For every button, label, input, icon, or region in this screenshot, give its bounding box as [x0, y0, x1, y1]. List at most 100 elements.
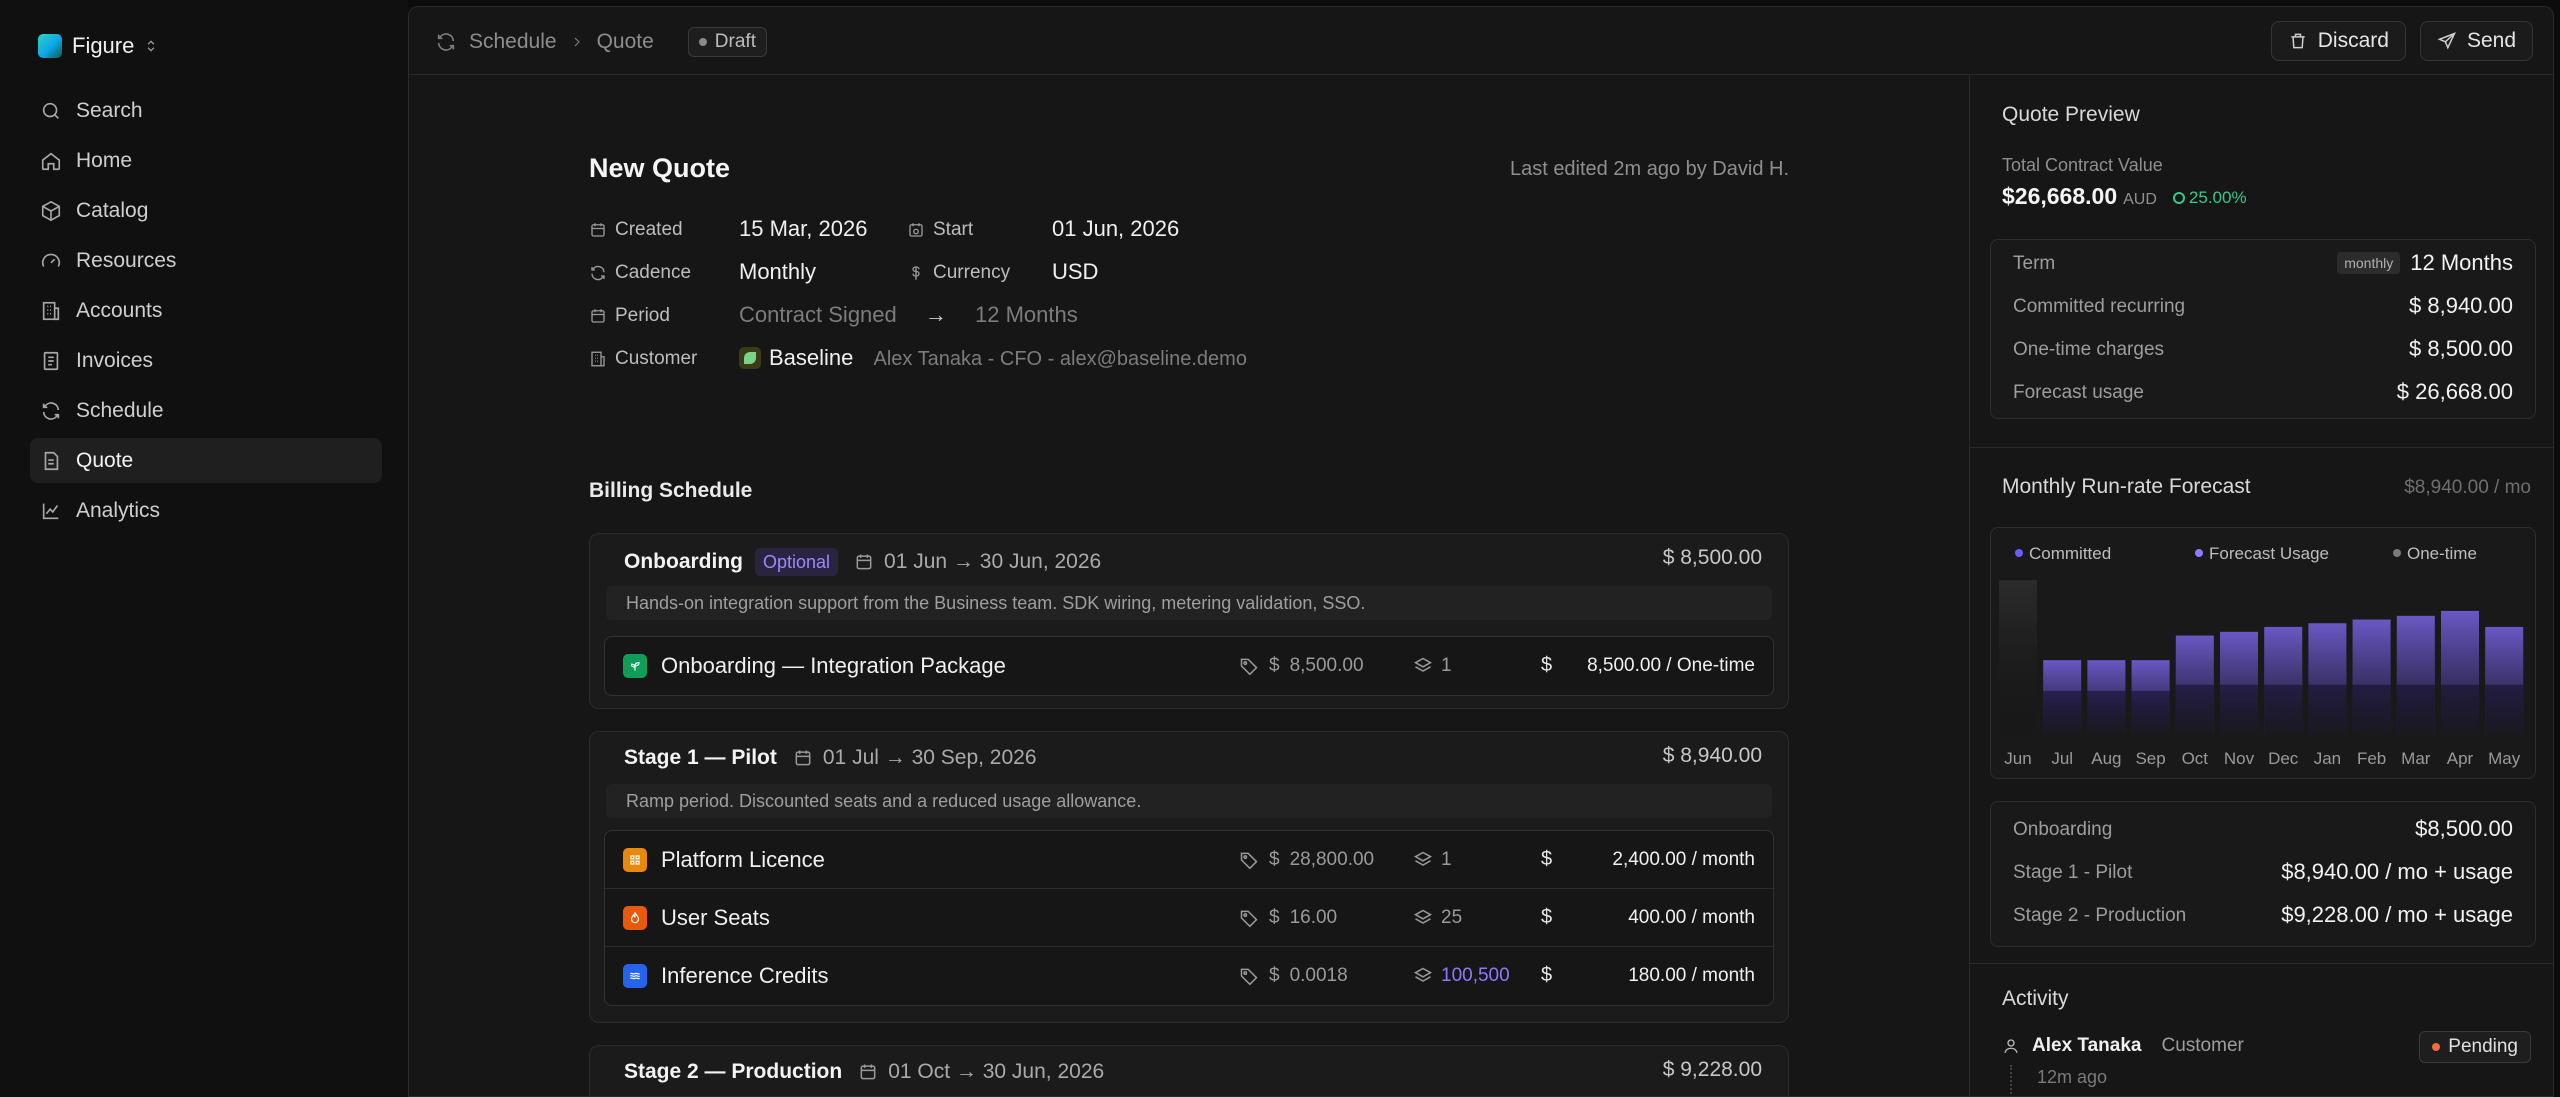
chart-x-labels: Jun Jul Aug Sep Oct Nov Dec Jan Feb Mar Apr May: [2004, 749, 2520, 768]
waves-icon: [623, 964, 647, 988]
line-items: Onboarding — Integration Package $8,500.…: [604, 636, 1774, 696]
legend-label: Committed: [2029, 544, 2111, 563]
sidebar-item-analytics[interactable]: Analytics: [30, 488, 382, 533]
main-panel: Schedule Quote Draft Discard Send New Qu…: [408, 6, 2554, 1097]
chart-x-label: Dec: [2268, 749, 2299, 768]
billing-schedule-title: Billing Schedule: [589, 479, 753, 502]
stage-summary-row: Stage 2 - Production $9,228.00 / mo + us…: [2013, 902, 2513, 927]
flame-icon: [623, 906, 647, 930]
sidebar-item-catalog[interactable]: Catalog: [30, 188, 382, 233]
stage-summary-row: Stage 1 - Pilot $8,940.00 / mo + usage: [2013, 859, 2513, 884]
layers-icon: [1413, 851, 1433, 866]
building-icon: [591, 351, 605, 367]
sidebar-nav: Search Home Catalog Resources Accounts I…: [30, 88, 382, 538]
start-date[interactable]: 01 Jun, 2026: [1052, 216, 1179, 242]
topbar-actions: Discard Send: [2270, 21, 2533, 61]
meta-row-period: Period Contract Signed → 12 Months: [589, 297, 1389, 340]
discard-button[interactable]: Discard: [2270, 21, 2406, 61]
tcv-currency: AUD: [2123, 191, 2157, 208]
user-icon: [2004, 1039, 2018, 1053]
chart-bar-fade: [2264, 626, 2303, 734]
line-item[interactable]: Inference Credits $0.0018 100,500 $ 180.…: [605, 947, 1773, 1005]
meta-row-created: Created 15 Mar, 2026 Start 01 Jun, 2026: [589, 211, 1389, 254]
chart-bars: [1999, 580, 2524, 734]
tag-icon: [1240, 910, 1258, 928]
currency-select[interactable]: USD: [1052, 259, 1098, 285]
period-value[interactable]: Contract Signed → 12 Months: [739, 302, 1078, 328]
box-icon: [41, 200, 61, 221]
summary-forecast: Forecast usage $ 26,668.00: [2013, 379, 2513, 404]
chart-x-label: May: [2488, 749, 2521, 768]
chart-bar-fade: [2352, 619, 2391, 734]
chart-x-label: Jul: [2051, 749, 2073, 768]
summary-card: Term monthly 12 Months Committed recurrin…: [1990, 239, 2536, 419]
cadence-select[interactable]: Monthly: [739, 259, 816, 285]
grid-icon: [623, 848, 647, 872]
stage-description: Ramp period. Discounted seats and a redu…: [606, 784, 1772, 818]
tcv-label: Total Contract Value: [2002, 155, 2163, 175]
customer-contact: Alex Tanaka - CFO - alex@baseline.demo: [873, 348, 1247, 370]
invoice-icon: [43, 351, 59, 370]
chart-x-label: Apr: [2447, 749, 2474, 768]
chart-bar-fade: [2441, 610, 2479, 734]
stage-card-production[interactable]: Stage 2 — Production 01 Oct → 30 Jun, 20…: [589, 1045, 1789, 1096]
calendar-icon: [860, 1064, 876, 1080]
send-button[interactable]: Send: [2419, 21, 2533, 61]
document-icon: [44, 451, 59, 470]
divider: [1970, 447, 2553, 448]
forecast-chart: Committed Forecast Usage One-time Jun Jul Au…: [1999, 544, 2524, 768]
meta-row-customer: Customer Baseline Alex Tanaka - CFO - al…: [589, 340, 1389, 383]
activity-time: 12m ago: [2037, 1067, 2108, 1087]
optional-badge: Optional: [755, 548, 839, 576]
workspace-switcher[interactable]: Figure: [38, 30, 158, 62]
stage-summary-card: Onboarding $8,500.00 Stage 1 - Pilot $8,…: [1990, 801, 2536, 947]
divider: [1970, 963, 2553, 964]
forecast-title: Monthly Run-rate Forecast: [2002, 475, 2251, 498]
stage-card-onboarding[interactable]: Onboarding Optional 01 Jun → 30 Jun, 202…: [589, 533, 1789, 709]
building-icon: [42, 301, 60, 320]
pending-badge[interactable]: Pending: [2419, 1031, 2531, 1063]
calendar-clock-icon: [909, 223, 923, 237]
breadcrumb-quote[interactable]: Quote: [597, 30, 654, 54]
chart-bar-fade: [2175, 635, 2214, 734]
sidebar-item-search[interactable]: Search: [30, 88, 382, 133]
chart-bar-fade: [2220, 631, 2258, 734]
stage-dates: 01 Oct → 30 Jun, 2026: [888, 1060, 1105, 1083]
page-title: New Quote: [589, 153, 731, 183]
sidebar-item-accounts[interactable]: Accounts: [30, 288, 382, 333]
stage-dates: 01 Jul → 30 Sep, 2026: [822, 746, 1037, 769]
chart-x-label: Oct: [2182, 749, 2209, 768]
tag-icon: [1240, 852, 1258, 870]
breadcrumb-schedule[interactable]: Schedule: [469, 30, 557, 54]
gauge-icon: [41, 253, 61, 267]
tag-icon: [1240, 658, 1258, 676]
search-icon: [42, 102, 59, 119]
stage-amount: $ 8,940.00: [1662, 744, 1762, 767]
sidebar-item-quote[interactable]: Quote: [30, 438, 382, 483]
line-item[interactable]: User Seats $16.00 25 $ 400.00 / month: [605, 889, 1773, 947]
forecast-chart-card: Committed Forecast Usage One-time Jun Jul Au…: [1990, 527, 2536, 779]
sidebar-item-resources[interactable]: Resources: [30, 238, 382, 283]
summary-term: Term monthly 12 Months: [2013, 250, 2513, 275]
stage-amount: $ 9,228.00: [1662, 1058, 1762, 1081]
created-date[interactable]: 15 Mar, 2026: [739, 216, 867, 242]
stage-card-pilot[interactable]: Stage 1 — Pilot 01 Jul → 30 Sep, 2026 $ …: [589, 731, 1789, 1023]
activity-title: Activity: [2002, 987, 2069, 1010]
chevron-up-down-icon: [147, 40, 155, 52]
chart-legend: Committed Forecast Usage One-time: [2015, 544, 2477, 563]
sidebar-item-invoices[interactable]: Invoices: [30, 338, 382, 383]
legend-dot: [2195, 549, 2203, 557]
chart-bar-fade: [2308, 623, 2347, 734]
sidebar-item-schedule[interactable]: Schedule: [30, 388, 382, 433]
chart-x-label: Nov: [2224, 749, 2255, 768]
customer-selector[interactable]: Baseline Alex Tanaka - CFO - alex@baseli…: [739, 345, 1247, 371]
customer-logo-icon: [739, 347, 761, 369]
chart-bar-fade: [1999, 580, 2037, 734]
line-item[interactable]: Platform Licence $28,800.00 1 $ 2,400.00…: [605, 831, 1773, 889]
tcv-value: $26,668.00: [2002, 183, 2118, 209]
line-item[interactable]: Onboarding — Integration Package $8,500.…: [605, 637, 1773, 695]
sidebar-item-home[interactable]: Home: [30, 138, 382, 183]
activity-timeline: [2010, 1065, 2012, 1096]
workspace-name: Figure: [72, 33, 135, 58]
refresh-icon: [591, 265, 605, 281]
